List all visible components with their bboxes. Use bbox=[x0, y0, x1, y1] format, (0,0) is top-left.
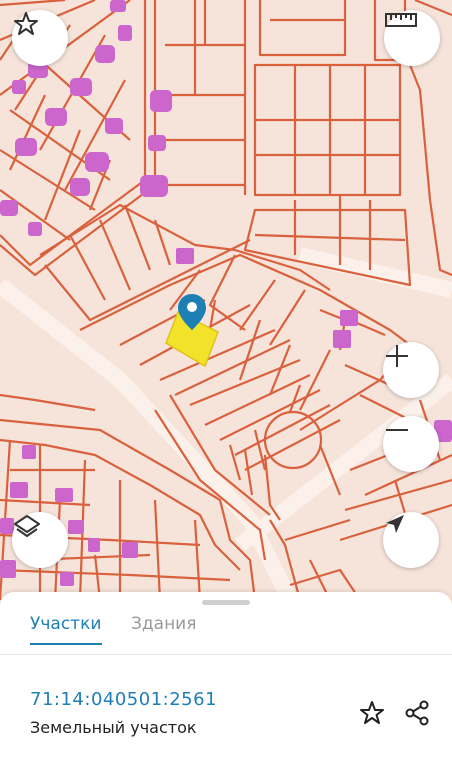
navigation-arrow-icon bbox=[386, 515, 404, 533]
cadastral-map[interactable] bbox=[0, 0, 452, 600]
zoom-in-button[interactable] bbox=[383, 342, 439, 398]
layers-button[interactable] bbox=[12, 512, 68, 568]
map-canvas[interactable] bbox=[0, 0, 452, 600]
sheet-tabs: Участки Здания bbox=[0, 610, 452, 645]
ruler-icon bbox=[385, 13, 417, 27]
bottom-sheet: Участки Здания 71:14:040501:2561 Земельн… bbox=[0, 592, 452, 768]
minus-icon bbox=[386, 429, 408, 431]
tab-parcels[interactable]: Участки bbox=[30, 614, 101, 634]
favorite-parcel-button[interactable] bbox=[357, 698, 387, 728]
parcel-borders bbox=[0, 0, 452, 600]
star-icon bbox=[14, 12, 38, 35]
star-outline-icon bbox=[360, 701, 384, 724]
active-tab-indicator bbox=[30, 643, 102, 645]
share-button[interactable] bbox=[402, 698, 432, 728]
zoom-out-button[interactable] bbox=[383, 416, 439, 472]
layers-icon bbox=[14, 515, 40, 537]
cadastral-number[interactable]: 71:14:040501:2561 bbox=[30, 689, 217, 710]
tab-buildings[interactable]: Здания bbox=[131, 614, 196, 634]
plus-icon bbox=[386, 345, 408, 367]
object-type: Земельный участок bbox=[30, 718, 197, 737]
share-icon bbox=[405, 700, 429, 726]
favorite-button[interactable] bbox=[12, 10, 68, 66]
ruler-button[interactable] bbox=[384, 10, 440, 66]
divider bbox=[0, 654, 452, 655]
sheet-drag-handle[interactable] bbox=[202, 600, 250, 605]
locate-button[interactable] bbox=[383, 512, 439, 568]
